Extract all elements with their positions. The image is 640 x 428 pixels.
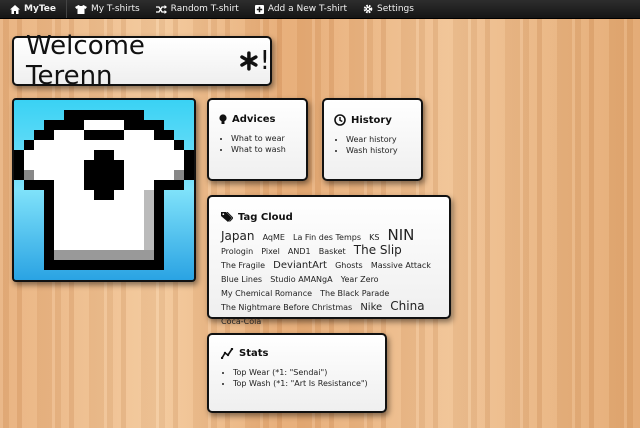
tag-cloud-heading: Tag Cloud <box>221 212 437 223</box>
tag-link[interactable]: Prologin <box>221 247 253 256</box>
tag-cloud-title: Tag Cloud <box>238 212 293 223</box>
tag-link[interactable]: Pixel <box>261 247 280 256</box>
tag-link[interactable]: Basket <box>319 247 346 256</box>
tag-link[interactable]: Japan <box>221 229 254 243</box>
lightbulb-icon <box>219 114 227 124</box>
stats-title: Stats <box>239 348 269 359</box>
plus-square-icon <box>254 4 264 14</box>
nav-label: Add a New T-shirt <box>267 4 348 14</box>
nav-label: My T-shirts <box>90 4 140 14</box>
tag-link[interactable]: The Slip <box>354 243 402 257</box>
nav-add-tshirt[interactable]: Add a New T-shirt <box>247 0 355 18</box>
shuffle-icon <box>155 4 167 14</box>
tag-link[interactable]: Blue Lines <box>221 275 262 284</box>
advices-title: Advices <box>232 114 276 125</box>
tag-link[interactable]: The Black Parade <box>320 289 389 298</box>
stat-top-wash[interactable]: Top Wash (*1: "Art Is Resistance") <box>233 378 373 389</box>
tag-link[interactable]: Nike <box>360 302 382 313</box>
nav-my-tshirts[interactable]: My T-shirts <box>67 0 148 18</box>
advice-what-to-wash[interactable]: What to wash <box>231 144 296 155</box>
welcome-suffix: ! <box>259 46 270 76</box>
tag-cloud-card: Tag Cloud Japan AqME La Fin des Temps KS… <box>207 195 451 326</box>
tag-link[interactable]: Massive Attack <box>371 261 431 270</box>
advice-what-to-wear[interactable]: What to wear <box>231 133 296 144</box>
tag-link[interactable]: NIN <box>388 226 415 244</box>
tag-link[interactable]: China <box>390 299 424 313</box>
brand-label: MyTee <box>24 4 56 14</box>
history-wear[interactable]: Wear history <box>346 134 411 145</box>
tag-link[interactable]: Year Zero <box>341 275 379 284</box>
line-chart-icon <box>221 348 234 359</box>
tag-link[interactable]: KS <box>369 233 379 242</box>
nav-settings[interactable]: Settings <box>355 0 422 18</box>
history-heading: History <box>334 114 411 126</box>
tag-list: Japan AqME La Fin des Temps KS NIN Prolo… <box>221 226 437 327</box>
tag-link[interactable]: The Nightmare Before Christmas <box>221 303 352 312</box>
tag-link[interactable]: AND1 <box>288 247 311 256</box>
tag-link[interactable]: AqME <box>263 233 285 242</box>
clock-icon <box>334 114 346 126</box>
stats-heading: Stats <box>221 348 373 359</box>
tag-link[interactable]: DeviantArt <box>273 260 327 271</box>
top-navbar: MyTee My T-shirts Random T-shirt Add a N… <box>0 0 640 19</box>
tag-link[interactable]: My Chemical Romance <box>221 289 312 298</box>
tag-link[interactable]: The Fragile <box>221 261 265 270</box>
tag-link[interactable]: Studio AMANgA <box>270 275 332 284</box>
history-list: Wear history Wash history <box>334 134 411 156</box>
welcome-banner: Welcome Terenn ! <box>12 31 272 91</box>
gear-icon <box>363 4 373 14</box>
tag-icon <box>221 212 233 222</box>
asterisk-icon <box>239 51 258 71</box>
tag-link[interactable]: La Fin des Temps <box>293 233 361 242</box>
history-title: History <box>351 114 392 126</box>
tag-link[interactable]: Ghosts <box>335 261 363 270</box>
history-card: History Wear history Wash history <box>322 98 423 181</box>
stat-top-wear[interactable]: Top Wear (*1: "Sendai") <box>233 367 373 378</box>
tag-link[interactable]: Coca-Cola <box>221 317 261 326</box>
pixel-tshirt-icon <box>14 110 194 270</box>
nav-label: Random T-shirt <box>170 4 239 14</box>
stats-card: Stats Top Wear (*1: "Sendai") Top Wash (… <box>207 333 387 413</box>
advices-list: What to wear What to wash <box>219 133 296 155</box>
advices-card: Advices What to wear What to wash <box>207 98 308 181</box>
tshirt-icon <box>74 4 87 14</box>
advices-heading: Advices <box>219 114 296 125</box>
home-icon <box>10 4 20 14</box>
history-wash[interactable]: Wash history <box>346 145 411 156</box>
welcome-text: Welcome Terenn <box>26 31 145 91</box>
brand-link[interactable]: MyTee <box>0 0 67 18</box>
stats-list: Top Wear (*1: "Sendai") Top Wash (*1: "A… <box>221 367 373 389</box>
tshirt-avatar[interactable] <box>12 98 196 282</box>
nav-random-tshirt[interactable]: Random T-shirt <box>148 0 247 18</box>
nav-label: Settings <box>377 4 414 14</box>
